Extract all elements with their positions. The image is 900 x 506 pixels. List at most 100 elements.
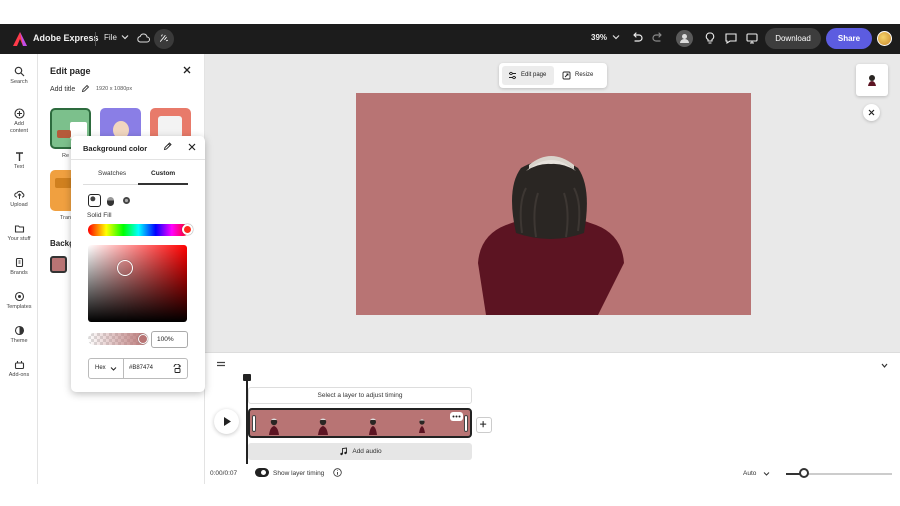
adobe-express-logo-icon[interactable]	[12, 31, 28, 47]
add-page-button[interactable]	[476, 417, 492, 433]
close-icon[interactable]	[182, 65, 192, 75]
chevron-down-icon[interactable]	[121, 33, 129, 41]
resize-label: Resize	[575, 72, 594, 78]
upload-icon	[13, 190, 24, 199]
resize-icon	[562, 71, 571, 80]
pencil-icon[interactable]	[81, 84, 90, 93]
more-icon	[452, 415, 461, 418]
app-window: Adobe Express File 39% Download Share Se…	[0, 0, 900, 506]
solid-fill-icon	[90, 196, 96, 202]
templates-icon	[14, 291, 24, 302]
clip-trim-end[interactable]	[464, 415, 468, 432]
canvas-close-button[interactable]	[863, 104, 880, 121]
color-picker-handle[interactable]	[117, 260, 133, 276]
magic-wand-button[interactable]	[154, 29, 174, 49]
hue-slider[interactable]	[88, 224, 189, 236]
rail-label: Search	[10, 79, 28, 85]
page-size: 1920 x 1080px	[96, 86, 133, 92]
share-button[interactable]: Share	[826, 28, 872, 49]
rail-item-brands[interactable]: Brands	[0, 257, 38, 276]
clip-frame-thumbnail	[419, 419, 425, 433]
rail-item-search[interactable]: Search	[0, 66, 38, 85]
layer-timing-hint: Select a layer to adjust timing	[248, 387, 472, 404]
add-audio-button[interactable]: Add audio	[248, 443, 472, 460]
info-icon[interactable]	[333, 468, 342, 477]
background-color-swatch[interactable]	[50, 256, 67, 273]
show-layer-timing-toggle[interactable]	[255, 468, 269, 477]
copy-color-icon[interactable]	[172, 364, 182, 374]
tab-swatches[interactable]: Swatches	[98, 170, 126, 177]
template-label: Tran	[60, 215, 72, 221]
page-thumbnail[interactable]	[856, 64, 888, 96]
rail-item-text[interactable]: Text	[0, 151, 38, 170]
radial-gradient-icon	[123, 197, 130, 204]
divider	[95, 32, 96, 46]
template-graphic	[57, 130, 71, 138]
rail-label: Brands	[10, 270, 28, 276]
hex-input[interactable]: #B87474	[129, 365, 153, 371]
drag-handle-icon[interactable]	[216, 361, 226, 367]
color-value-field: Hex #B87474	[88, 358, 188, 379]
tab-custom[interactable]: Custom	[151, 170, 175, 177]
music-note-icon	[340, 447, 347, 456]
search-icon	[14, 66, 24, 77]
lightbulb-icon[interactable]	[703, 31, 717, 45]
timeline-zoom-mode[interactable]: Auto	[743, 470, 756, 477]
linear-gradient-option[interactable]	[104, 194, 117, 207]
left-rail: Search Add content Text Upload Your stuf…	[0, 54, 38, 484]
clip-frame-thumbnail	[318, 418, 328, 435]
clip-trim-start[interactable]	[252, 415, 256, 432]
add-content-icon	[13, 108, 25, 119]
template-label: Re	[62, 153, 70, 159]
rail-label: Theme	[10, 338, 28, 344]
chevron-down-icon[interactable]	[880, 361, 889, 370]
download-button[interactable]: Download	[765, 28, 821, 49]
user-avatar[interactable]	[877, 31, 892, 46]
close-icon[interactable]	[188, 143, 196, 151]
popover-title: Background color	[83, 144, 148, 153]
brands-icon	[15, 257, 23, 268]
page-canvas[interactable]	[356, 93, 751, 315]
fill-type-label: Solid Fill	[87, 212, 112, 219]
sliders-icon	[509, 71, 516, 80]
page-clip[interactable]	[248, 408, 472, 438]
opacity-input[interactable]: 100%	[151, 331, 188, 348]
rail-item-your-stuff[interactable]: Your stuff	[0, 223, 38, 242]
rail-item-upload[interactable]: Upload	[0, 189, 38, 208]
clip-more-button[interactable]	[450, 412, 463, 421]
edit-page-button[interactable]: Edit page	[502, 66, 554, 85]
play-button[interactable]	[214, 409, 239, 434]
solid-fill-option[interactable]	[88, 194, 101, 207]
cloud-icon[interactable]	[136, 32, 150, 44]
page-toolbar: Edit page Resize	[499, 63, 607, 88]
radial-gradient-option[interactable]	[120, 194, 133, 207]
undo-icon[interactable]	[630, 31, 644, 45]
present-icon[interactable]	[745, 31, 759, 45]
file-menu[interactable]: File	[104, 33, 117, 42]
chevron-down-icon[interactable]	[110, 365, 117, 372]
rail-item-add-content[interactable]: Add content	[0, 108, 38, 135]
opacity-slider-handle[interactable]	[138, 334, 148, 344]
rail-item-theme[interactable]: Theme	[0, 325, 38, 344]
saturation-value-picker[interactable]	[88, 245, 187, 322]
redo-icon[interactable]	[651, 31, 665, 45]
rail-label: Text	[13, 164, 25, 170]
collaborator-avatar[interactable]	[676, 30, 693, 47]
edit-page-label: Edit page	[521, 72, 547, 78]
chevron-down-icon[interactable]	[763, 470, 770, 477]
zoom-level[interactable]: 39%	[591, 33, 607, 42]
eyedropper-icon[interactable]	[163, 142, 172, 151]
add-title-field[interactable]: Add title	[50, 86, 75, 93]
timeline-zoom-slider[interactable]	[799, 468, 809, 478]
rail-item-templates[interactable]: Templates	[0, 291, 38, 310]
rail-item-add-ons[interactable]: Add-ons	[0, 359, 38, 378]
person-photo[interactable]	[356, 93, 751, 315]
chevron-down-icon[interactable]	[612, 33, 620, 41]
hue-slider-handle[interactable]	[182, 224, 193, 235]
folder-icon	[14, 225, 24, 233]
top-bar: Adobe Express File 39% Download Share	[0, 24, 900, 54]
comment-icon[interactable]	[724, 31, 738, 45]
show-layer-timing-label: Show layer timing	[273, 470, 325, 477]
color-format-select[interactable]: Hex	[95, 365, 106, 371]
resize-button[interactable]: Resize	[556, 66, 602, 85]
